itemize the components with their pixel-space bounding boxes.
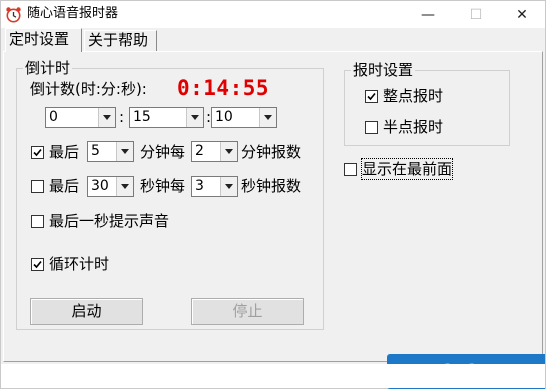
hourly-chime-label[interactable]: 整点报时 bbox=[383, 86, 443, 106]
rule2-seconds-value: 30 bbox=[91, 178, 109, 194]
window-bottom-edge bbox=[1, 364, 545, 388]
seconds-select[interactable]: 10 bbox=[211, 107, 277, 128]
maximize-button[interactable]: ☐ bbox=[453, 1, 499, 28]
hourly-chime-checkbox[interactable] bbox=[365, 90, 378, 103]
last-second-sound-checkbox[interactable] bbox=[31, 215, 44, 228]
rule1-interval-value: 2 bbox=[195, 143, 204, 159]
rule1-middle: 分钟每 bbox=[140, 143, 186, 161]
loop-checkbox[interactable] bbox=[31, 258, 44, 271]
rule2-seconds-select[interactable]: 30 bbox=[87, 176, 134, 197]
rule1-suffix: 分钟报数 bbox=[241, 143, 302, 161]
half-hour-chime-label[interactable]: 半点报时 bbox=[383, 117, 443, 137]
chevron-down-icon[interactable] bbox=[98, 108, 115, 127]
countdown-label: 倒计数(时:分:秒): bbox=[30, 80, 147, 98]
stop-button[interactable]: 停止 bbox=[191, 298, 304, 325]
tab-timer-settings[interactable]: 定时设置 bbox=[5, 28, 82, 52]
chevron-down-icon[interactable] bbox=[186, 108, 203, 127]
title-bar[interactable]: 随心语音报时器 — ☐ ✕ bbox=[1, 1, 545, 28]
checkmark-icon bbox=[33, 260, 42, 269]
chevron-down-icon[interactable] bbox=[116, 177, 133, 196]
close-button[interactable]: ✕ bbox=[499, 1, 545, 28]
hours-value: 0 bbox=[49, 109, 58, 125]
start-button[interactable]: 启动 bbox=[30, 298, 143, 325]
minutes-select[interactable]: 15 bbox=[129, 107, 204, 128]
client-area: 定时设置 关于帮助 倒计时 倒计数(时:分:秒): 0:14:55 0 : 15… bbox=[1, 28, 545, 389]
chevron-down-icon[interactable] bbox=[220, 142, 237, 161]
time-separator: : bbox=[119, 108, 125, 126]
rule2-middle: 秒钟每 bbox=[140, 177, 186, 195]
half-hour-chime-checkbox[interactable] bbox=[365, 121, 378, 134]
rule2-interval-select[interactable]: 3 bbox=[191, 176, 238, 197]
rule1-minutes-value: 5 bbox=[91, 143, 100, 159]
minutes-value: 15 bbox=[133, 109, 151, 125]
checkmark-icon bbox=[33, 148, 42, 157]
rule2-suffix: 秒钟报数 bbox=[241, 177, 302, 195]
rule2-checkbox[interactable] bbox=[31, 180, 44, 193]
minimize-button[interactable]: — bbox=[405, 1, 451, 28]
countdown-display: 0:14:55 bbox=[177, 76, 270, 100]
window-title: 随心语音报时器 bbox=[27, 6, 119, 21]
countdown-group-title: 倒计时 bbox=[23, 58, 73, 78]
app-window: 随心语音报时器 — ☐ ✕ 定时设置 关于帮助 倒计时 倒计数(时:分:秒): … bbox=[0, 0, 546, 389]
chevron-down-icon[interactable] bbox=[116, 142, 133, 161]
always-on-top-label[interactable]: 显示在最前面 bbox=[360, 158, 454, 180]
seconds-value: 10 bbox=[215, 109, 233, 125]
checkmark-icon bbox=[367, 92, 376, 101]
hours-select[interactable]: 0 bbox=[45, 107, 116, 128]
always-on-top-checkbox[interactable] bbox=[344, 163, 357, 176]
rule2-interval-value: 3 bbox=[195, 178, 204, 194]
alarm-clock-icon bbox=[5, 6, 22, 23]
rule1-minutes-select[interactable]: 5 bbox=[87, 141, 134, 162]
rule1-prefix: 最后 bbox=[49, 143, 80, 161]
chime-group-title: 报时设置 bbox=[351, 60, 416, 80]
rule1-checkbox[interactable] bbox=[31, 146, 44, 159]
tab-about-help[interactable]: 关于帮助 bbox=[84, 30, 157, 51]
rule1-interval-select[interactable]: 2 bbox=[191, 141, 238, 162]
loop-label[interactable]: 循环计时 bbox=[49, 254, 109, 274]
chevron-down-icon[interactable] bbox=[220, 177, 237, 196]
rule2-prefix: 最后 bbox=[49, 177, 80, 195]
last-second-sound-label[interactable]: 最后一秒提示声音 bbox=[49, 211, 169, 231]
chevron-down-icon[interactable] bbox=[259, 108, 276, 127]
